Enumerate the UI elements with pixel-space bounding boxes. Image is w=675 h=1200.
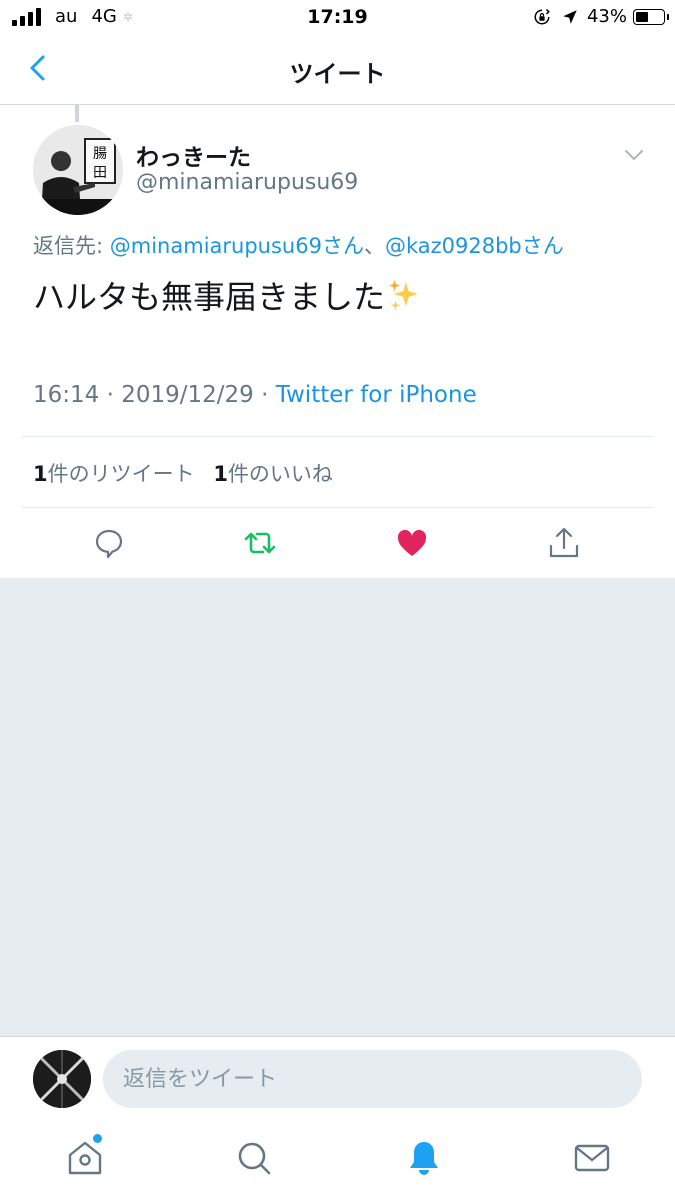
author-name[interactable]: わっきーた bbox=[136, 138, 251, 172]
tweet-source-link[interactable]: Twitter for iPhone bbox=[276, 382, 477, 408]
like-count: 1 bbox=[213, 462, 228, 486]
retweets-stat[interactable]: 1件のリツイート bbox=[33, 462, 195, 486]
location-icon bbox=[563, 9, 577, 24]
tab-bar bbox=[0, 1126, 675, 1200]
search-icon[interactable] bbox=[234, 1138, 274, 1178]
svg-text:田: 田 bbox=[93, 165, 107, 181]
messages-icon[interactable] bbox=[572, 1138, 612, 1178]
battery-percent: 43% bbox=[586, 6, 627, 27]
heart-icon[interactable] bbox=[395, 526, 429, 560]
sparkles-icon bbox=[388, 279, 419, 311]
tweet-text: ハルタも無事届きました bbox=[33, 278, 386, 316]
tweet-time: 16:14 bbox=[33, 382, 100, 408]
tweet-stats: 1件のリツイート 1件のいいね bbox=[33, 458, 345, 488]
battery-icon bbox=[633, 8, 669, 25]
chevron-down-icon[interactable] bbox=[622, 145, 646, 165]
likes-stat[interactable]: 1件のいいね bbox=[213, 462, 333, 486]
divider bbox=[22, 436, 653, 437]
avatar-image: 腸 田 bbox=[33, 125, 123, 215]
author-handle[interactable]: @minamiarupusu69 bbox=[136, 170, 358, 195]
notifications-icon[interactable] bbox=[404, 1138, 444, 1178]
share-icon[interactable] bbox=[547, 526, 581, 560]
status-bar: au 4G ✲ 17:19 43% bbox=[0, 0, 675, 36]
thread-connector bbox=[75, 104, 79, 122]
meta-dot: · bbox=[261, 382, 269, 408]
author-avatar[interactable]: 腸 田 bbox=[33, 125, 123, 215]
orientation-lock-icon bbox=[534, 8, 550, 24]
home-notification-dot bbox=[93, 1134, 102, 1143]
user-avatar-image bbox=[33, 1050, 91, 1108]
home-icon[interactable] bbox=[65, 1138, 105, 1178]
retweet-icon[interactable] bbox=[243, 526, 277, 560]
reply-to-line: 返信先: @minamiarupusu69さん、@kaz0928bbさん bbox=[33, 230, 564, 260]
retweet-label: 件のリツイート bbox=[47, 462, 195, 486]
reply-separator: 、 bbox=[363, 234, 385, 258]
reply-mention[interactable]: @minamiarupusu69さん bbox=[110, 234, 364, 258]
empty-replies-area bbox=[0, 578, 675, 1036]
reply-input[interactable] bbox=[103, 1050, 642, 1108]
like-label: 件のいいね bbox=[227, 462, 333, 486]
reply-icon[interactable] bbox=[92, 526, 126, 560]
reply-composer bbox=[0, 1036, 675, 1127]
page-title: ツイート bbox=[289, 60, 386, 88]
tweet-meta: 16:14 · 2019/12/29 · Twitter for iPhone bbox=[33, 382, 477, 408]
nav-bar: ツイート bbox=[0, 36, 675, 105]
retweet-count: 1 bbox=[33, 462, 48, 486]
user-avatar[interactable] bbox=[33, 1050, 91, 1108]
tweet-body: ハルタも無事届きました bbox=[33, 272, 421, 318]
svg-text:腸: 腸 bbox=[93, 146, 107, 162]
reply-mention[interactable]: @kaz0928bbさん bbox=[385, 234, 564, 258]
tweet-date: 2019/12/29 bbox=[121, 382, 254, 408]
meta-dot: · bbox=[106, 382, 114, 408]
status-right: 43% bbox=[533, 6, 669, 27]
reply-to-label: 返信先: bbox=[33, 234, 110, 258]
tweet-actions bbox=[0, 508, 675, 578]
